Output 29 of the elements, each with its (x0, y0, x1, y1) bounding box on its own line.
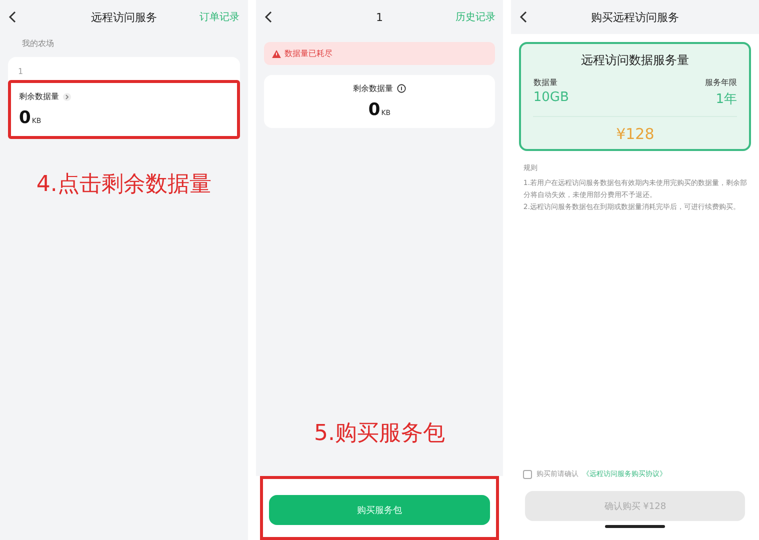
screen-title: 购买远程访问服务 (591, 10, 680, 24)
back-icon[interactable] (264, 11, 274, 23)
screen-title: 1 (376, 10, 383, 24)
header-link[interactable]: 订单记录 (200, 10, 240, 24)
screen-title: 远程访问服务 (90, 10, 157, 24)
step-annotation: 5.购买服务包 (314, 420, 445, 448)
term-label: 服务年限 (705, 77, 738, 88)
package-card[interactable]: 远程访问数据服务量 数据量 10GB 服务年限 1年 ¥128 (519, 42, 752, 151)
agreement-checkbox[interactable] (523, 470, 532, 478)
package-price: ¥128 (533, 116, 738, 143)
package-title: 远程访问数据服务量 (580, 52, 690, 69)
alert-text: 数据量已耗尽 (284, 48, 333, 59)
buy-package-button[interactable]: 购买服务包 (268, 495, 490, 525)
warning-icon (272, 50, 281, 58)
header-link[interactable]: 历史记录 (455, 10, 496, 24)
farm-name: 1 (17, 66, 24, 78)
chevron-icon (63, 92, 71, 100)
data-label: 数据量 (533, 77, 558, 88)
remaining-data-value: 0 (19, 108, 31, 128)
remaining-data-value: 0 (368, 100, 380, 120)
info-icon[interactable] (397, 84, 406, 93)
remaining-data-label: 剩余数据量 (19, 91, 59, 102)
step-annotation: 4.点击剩余数据量 (36, 171, 212, 199)
remaining-data-label: 剩余数据量 (353, 83, 393, 94)
section-label: 我的农场 (21, 38, 55, 50)
data-amount: 10GB (533, 90, 569, 105)
back-icon[interactable] (8, 11, 18, 23)
back-icon[interactable] (519, 11, 530, 23)
term-value: 1年 (716, 91, 738, 108)
